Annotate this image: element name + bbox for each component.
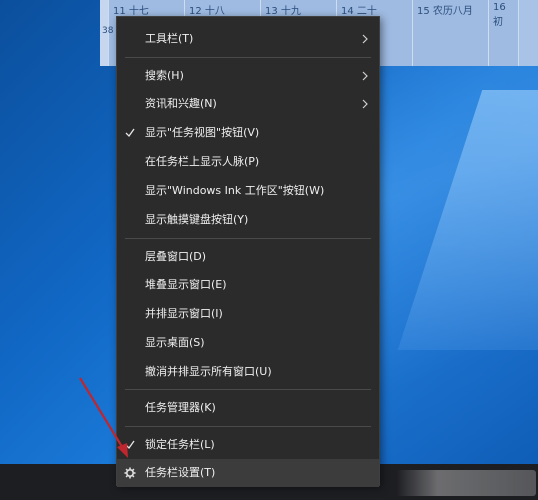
menu-item-touch-keyboard-button[interactable]: 显示触摸键盘按钮(Y) — [117, 206, 379, 234]
calendar-day-label: 11 十七 — [113, 6, 149, 17]
menu-separator — [125, 426, 371, 427]
menu-item-label: 并排显示窗口(I) — [145, 307, 223, 320]
chevron-right-icon — [362, 99, 368, 109]
menu-item-label: 在任务栏上显示人脉(P) — [145, 155, 260, 168]
menu-item-label: 显示"Windows Ink 工作区"按钮(W) — [145, 184, 325, 197]
menu-item-show-desktop[interactable]: 显示桌面(S) — [117, 329, 379, 357]
menu-item-task-view-button[interactable]: 显示"任务视图"按钮(V) — [117, 119, 379, 147]
menu-item-news-interests[interactable]: 资讯和兴趣(N) — [117, 90, 379, 118]
menu-separator — [125, 389, 371, 390]
menu-item-toolbars[interactable]: 工具栏(T) — [117, 25, 379, 53]
menu-item-windows-ink-button[interactable]: 显示"Windows Ink 工作区"按钮(W) — [117, 177, 379, 205]
menu-item-search[interactable]: 搜索(H) — [117, 62, 379, 90]
menu-item-cascade-windows[interactable]: 层叠窗口(D) — [117, 243, 379, 271]
menu-item-label: 任务栏设置(T) — [145, 466, 216, 479]
calendar-day-label: 14 二十 — [341, 6, 377, 17]
menu-item-label: 层叠窗口(D) — [145, 250, 207, 263]
checkmark-icon — [125, 128, 135, 138]
gear-icon — [124, 467, 136, 479]
menu-item-label: 撤消并排显示所有窗口(U) — [145, 365, 272, 378]
menu-item-label: 资讯和兴趣(N) — [145, 97, 217, 110]
checkmark-icon — [125, 440, 135, 450]
menu-item-undo-side-by-side[interactable]: 撤消并排显示所有窗口(U) — [117, 358, 379, 386]
menu-item-label: 工具栏(T) — [145, 32, 194, 45]
calendar-day-label: 15 农历八月 — [417, 6, 473, 17]
menu-item-task-manager[interactable]: 任务管理器(K) — [117, 394, 379, 422]
calendar-day-label: 13 十九 — [265, 6, 301, 17]
menu-item-label: 显示桌面(S) — [145, 336, 205, 349]
menu-separator — [125, 238, 371, 239]
chevron-right-icon — [362, 34, 368, 44]
chevron-right-icon — [362, 71, 368, 81]
menu-separator — [125, 57, 371, 58]
taskbar-context-menu: 工具栏(T) 搜索(H) 资讯和兴趣(N) 显示"任务视图"按钮(V) 在任务栏… — [116, 16, 380, 487]
calendar-day-label: 16 初 — [493, 2, 506, 28]
menu-item-side-by-side[interactable]: 并排显示窗口(I) — [117, 300, 379, 328]
menu-item-label: 搜索(H) — [145, 69, 184, 82]
menu-item-stack-windows[interactable]: 堆叠显示窗口(E) — [117, 271, 379, 299]
calendar-day[interactable]: 15 农历八月 — [413, 0, 489, 66]
calendar-week-number: 38 — [102, 26, 114, 36]
menu-item-lock-taskbar[interactable]: 锁定任务栏(L) — [117, 431, 379, 459]
menu-item-label: 显示触摸键盘按钮(Y) — [145, 213, 249, 226]
menu-item-label: 锁定任务栏(L) — [145, 438, 215, 451]
watermark — [396, 470, 536, 496]
calendar-day-label: 12 十八 — [189, 6, 225, 17]
menu-item-show-people[interactable]: 在任务栏上显示人脉(P) — [117, 148, 379, 176]
calendar-day[interactable]: 16 初 — [489, 0, 519, 66]
menu-item-label: 任务管理器(K) — [145, 401, 216, 414]
menu-item-taskbar-settings[interactable]: 任务栏设置(T) — [117, 459, 379, 487]
menu-item-label: 显示"任务视图"按钮(V) — [145, 126, 260, 139]
menu-item-label: 堆叠显示窗口(E) — [145, 278, 227, 291]
